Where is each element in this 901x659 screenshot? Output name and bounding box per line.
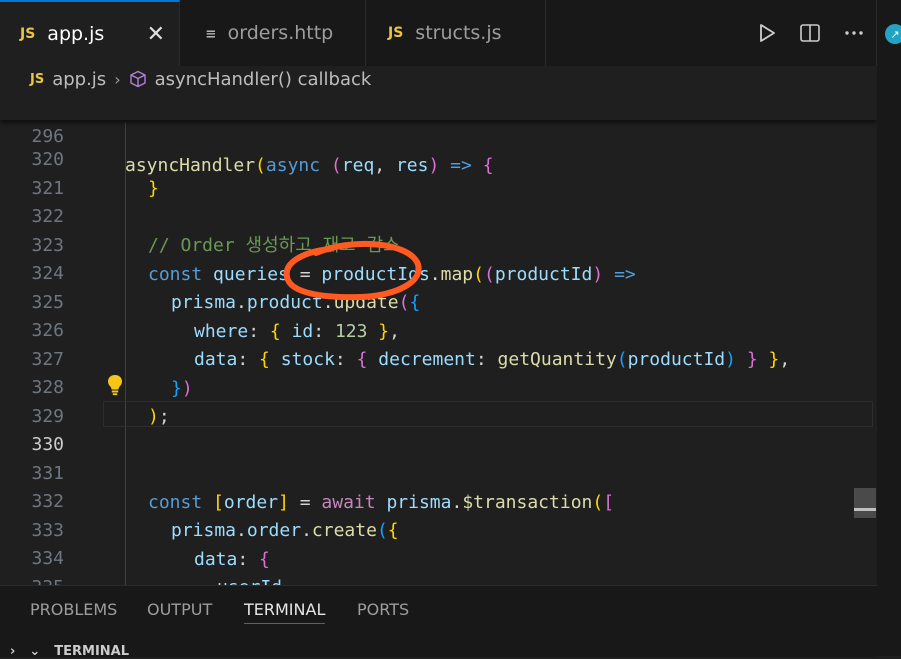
http-file-icon: ≡ bbox=[206, 23, 216, 43]
tab-app-js[interactable]: JS app.js ✕ bbox=[0, 0, 180, 66]
tab-problems[interactable]: PROBLEMS bbox=[30, 586, 117, 634]
chevron-down-icon[interactable]: ⌄ bbox=[29, 644, 40, 659]
scrollbar-thumb[interactable] bbox=[854, 488, 876, 518]
code-line-324[interactable]: 324 prisma.product.update({ bbox=[0, 230, 877, 313]
tab-label: app.js bbox=[47, 23, 105, 45]
code-line-336[interactable]: 336 create: orderItems, bbox=[0, 572, 877, 585]
tab-label: orders.http bbox=[227, 22, 334, 44]
code-line-320[interactable]: 320 } bbox=[0, 116, 877, 199]
editor-tab-bar: JS app.js ✕ ≡ orders.http JS structs.js bbox=[0, 0, 901, 67]
javascript-file-icon: JS bbox=[20, 26, 36, 42]
lightbulb-icon[interactable] bbox=[106, 374, 124, 396]
javascript-file-icon: JS bbox=[388, 25, 404, 41]
extension-badge-icon[interactable]: ↗ bbox=[885, 24, 901, 44]
sticky-scroll-line[interactable]: 296 asyncHandler(async (req, res) => { bbox=[0, 93, 877, 176]
code-line-331[interactable]: 331 const [order] = await prisma.$transa… bbox=[0, 430, 877, 513]
split-editor-icon[interactable] bbox=[799, 22, 821, 44]
code-line-335[interactable]: 335 orderItems: { bbox=[0, 544, 877, 585]
code-line-332[interactable]: 332 prisma.order.create({ bbox=[0, 458, 877, 541]
code-line-327[interactable]: 327 }) bbox=[0, 316, 877, 399]
tab-output[interactable]: OUTPUT bbox=[147, 586, 212, 634]
editor-actions bbox=[757, 0, 865, 66]
code-editor[interactable]: 296 asyncHandler(async (req, res) => { 3… bbox=[0, 92, 877, 585]
chevron-right-icon[interactable]: › bbox=[10, 644, 15, 659]
breadcrumb-separator: › bbox=[114, 69, 121, 89]
breadcrumb-file[interactable]: app.js bbox=[52, 69, 106, 90]
terminal-section-header[interactable]: › ⌄ TERMINAL bbox=[10, 644, 129, 659]
code-line-334[interactable]: 334 userId, bbox=[0, 515, 877, 585]
tab-label: structs.js bbox=[415, 22, 502, 44]
code-line: asyncHandler(async (req, res) => { bbox=[125, 155, 494, 176]
bottom-panel: PROBLEMS OUTPUT TERMINAL PORTS › ⌄ TERMI… bbox=[0, 585, 877, 659]
tab-structs-js[interactable]: JS structs.js bbox=[366, 0, 546, 66]
code-line-326[interactable]: 326 data: { stock: { decrement: getQuant… bbox=[0, 287, 877, 370]
code-line-330[interactable]: 330 bbox=[0, 401, 877, 455]
breadcrumb: JS app.js › asyncHandler() callback bbox=[0, 66, 877, 92]
javascript-file-icon: JS bbox=[30, 71, 45, 87]
terminal-section-label: TERMINAL bbox=[54, 644, 130, 659]
tab-ports[interactable]: PORTS bbox=[357, 586, 409, 634]
code-line-329[interactable]: 329 bbox=[0, 373, 877, 427]
tab-orders-http[interactable]: ≡ orders.http bbox=[180, 0, 366, 66]
method-cube-icon bbox=[129, 70, 146, 88]
more-actions-icon[interactable] bbox=[843, 22, 865, 44]
code-line-323[interactable]: 323 const queries = productIds.map((prod… bbox=[0, 202, 877, 285]
run-icon[interactable] bbox=[757, 22, 777, 44]
code-line-328[interactable]: 328 ); bbox=[0, 344, 877, 427]
breadcrumb-symbol[interactable]: asyncHandler() callback bbox=[155, 69, 372, 90]
cursor-position-marker bbox=[854, 508, 876, 511]
close-icon[interactable]: ✕ bbox=[147, 22, 165, 47]
code-line-325[interactable]: 325 where: { id: 123 }, bbox=[0, 259, 877, 342]
secondary-sidebar-strip: ↗ bbox=[876, 0, 901, 656]
code-line-333[interactable]: 333 data: { bbox=[0, 487, 877, 570]
line-number: 296 bbox=[31, 126, 64, 147]
tab-terminal[interactable]: TERMINAL bbox=[244, 586, 326, 634]
editor-scrollbar[interactable] bbox=[853, 92, 877, 585]
